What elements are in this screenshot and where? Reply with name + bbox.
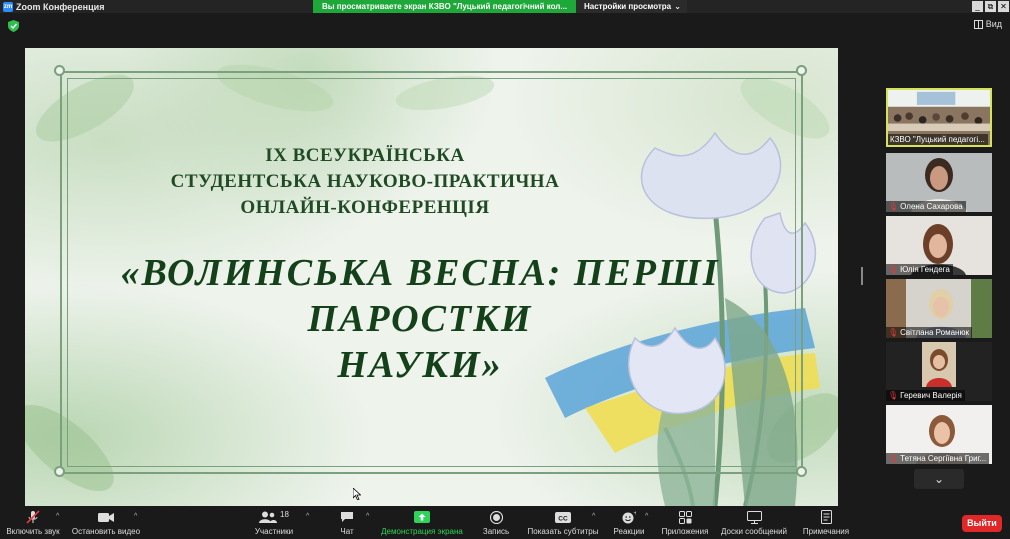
share-screen-icon bbox=[414, 511, 430, 523]
title-line: ПАРОСТКИ bbox=[307, 298, 533, 340]
reactions-label: Реакции bbox=[613, 527, 645, 536]
participant-tile[interactable]: 🎙 Олена Сахарова bbox=[886, 153, 992, 212]
mic-muted-icon: 🎙 bbox=[888, 454, 899, 463]
share-screen-button[interactable]: Демонстрация экрана bbox=[378, 506, 466, 539]
leave-meeting-button[interactable]: Выйти bbox=[962, 515, 1002, 532]
participant-tile[interactable]: 🎙 Юлія Гендега bbox=[886, 216, 992, 275]
stop-video-label: Остановить видео bbox=[71, 527, 141, 536]
mic-muted-icon: 🎙 bbox=[888, 328, 899, 337]
mic-muted-icon: 🎙 bbox=[888, 391, 899, 400]
participant-tile[interactable]: 🎙 Геревич Валерія bbox=[886, 342, 992, 401]
share-screen-label: Демонстрация экрана bbox=[381, 527, 463, 536]
participant-tile[interactable]: КЗВО "Луцький педагогі... bbox=[886, 88, 992, 147]
apps-button[interactable]: Приложения bbox=[658, 506, 712, 539]
whiteboards-label: Доски сообщений bbox=[720, 527, 787, 536]
reactions-button[interactable]: + Реакции bbox=[608, 506, 650, 539]
participant-name: 🎙 Юлія Гендега bbox=[886, 264, 953, 275]
view-button-label: Вид bbox=[985, 19, 1002, 29]
notes-label: Примечания bbox=[802, 527, 850, 536]
captions-label: Показать субтитры bbox=[527, 527, 599, 536]
screen-share-banner: Вы просматриваете экран КЗВО "Луцький пе… bbox=[313, 0, 576, 13]
record-button[interactable]: Запись bbox=[477, 506, 515, 539]
participant-name: 🎙 Геревич Валерія bbox=[886, 390, 965, 401]
chat-button[interactable]: Чат bbox=[333, 506, 361, 539]
view-options-dropdown[interactable]: Настройки просмотра ⌄ bbox=[576, 0, 687, 13]
participant-name: КЗВО "Луцький педагогі... bbox=[888, 134, 988, 145]
minimize-button[interactable]: _ bbox=[972, 1, 983, 12]
slide-title: «ВОЛИНСЬКА ВЕСНА: ПЕРШІ ПАРОСТКИ НАУКИ» bbox=[110, 250, 730, 388]
heading-line: ОНЛАЙН-КОНФЕРЕНЦІЯ bbox=[240, 197, 490, 218]
frame-corner-ornament bbox=[796, 466, 807, 477]
participants-count: 18 bbox=[280, 510, 289, 519]
microphone-muted-icon bbox=[26, 510, 40, 524]
shared-screen[interactable]: IX ВСЕУКРАЇНСЬКА СТУДЕНТСЬКА НАУКОВО-ПРА… bbox=[25, 48, 838, 506]
notes-button[interactable]: Примечания bbox=[798, 506, 854, 539]
close-button[interactable]: ✕ bbox=[998, 1, 1009, 12]
shield-icon[interactable] bbox=[8, 20, 19, 32]
participants-label: Участники bbox=[254, 527, 294, 536]
participants-options-caret[interactable]: ^ bbox=[306, 513, 309, 520]
participant-tile[interactable]: 🎙 Тетяна Сергіївна Григ... bbox=[886, 405, 992, 464]
captions-options-caret[interactable]: ^ bbox=[592, 513, 595, 520]
chat-label: Чат bbox=[340, 527, 354, 536]
mic-muted-icon: 🎙 bbox=[888, 265, 899, 274]
smiley-plus-icon: + bbox=[622, 511, 637, 524]
heading-line: СТУДЕНТСЬКА НАУКОВО-ПРАКТИЧНА bbox=[170, 171, 560, 192]
mic-muted-icon: 🎙 bbox=[888, 202, 899, 211]
participant-name: 🎙 Світлана Романюк bbox=[886, 327, 972, 338]
captions-button[interactable]: CC Показать субтитры bbox=[524, 506, 602, 539]
whiteboards-button[interactable]: Доски сообщений bbox=[718, 506, 790, 539]
scroll-down-button[interactable]: ⌄ bbox=[914, 469, 964, 489]
chevron-down-icon: ⌄ bbox=[933, 472, 945, 486]
heading-line: IX ВСЕУКРАЇНСЬКА bbox=[265, 145, 465, 166]
title-line: «ВОЛИНСЬКА ВЕСНА: ПЕРШІ bbox=[120, 252, 720, 294]
video-camera-icon bbox=[98, 512, 114, 522]
chevron-down-icon: ⌄ bbox=[674, 2, 681, 11]
participant-tile[interactable]: 🎙 Світлана Романюк bbox=[886, 279, 992, 338]
closed-captions-icon: CC bbox=[555, 511, 571, 523]
slide-heading: IX ВСЕУКРАЇНСЬКА СТУДЕНТСЬКА НАУКОВО-ПРА… bbox=[155, 143, 575, 221]
svg-text:+: + bbox=[634, 511, 637, 517]
app-title: Zoom Конференция bbox=[16, 1, 105, 12]
apps-label: Приложения bbox=[661, 527, 709, 536]
panel-resize-handle[interactable] bbox=[861, 267, 863, 285]
whiteboard-icon bbox=[746, 510, 762, 524]
participants-icon bbox=[259, 511, 278, 523]
frame-corner-ornament bbox=[796, 65, 807, 76]
frame-corner-ornament bbox=[54, 466, 65, 477]
record-icon bbox=[489, 510, 503, 524]
chat-icon bbox=[341, 512, 353, 522]
record-label: Запись bbox=[482, 527, 510, 536]
frame-corner-ornament bbox=[54, 65, 65, 76]
participants-button[interactable]: 18 Участники bbox=[250, 506, 298, 539]
participant-name: 🎙 Олена Сахарова bbox=[886, 201, 966, 212]
unmute-label: Включить звук bbox=[6, 527, 60, 536]
stop-video-button[interactable]: Остановить видео bbox=[70, 506, 142, 539]
svg-text:CC: CC bbox=[558, 515, 568, 522]
view-button[interactable]: Вид bbox=[973, 19, 1002, 29]
unmute-button[interactable]: Включить звук bbox=[2, 506, 64, 539]
grid-view-icon bbox=[973, 19, 983, 29]
view-options-label: Настройки просмотра bbox=[584, 2, 672, 11]
window-controls: _ ⧉ ✕ bbox=[971, 0, 1010, 13]
mouse-cursor-icon bbox=[353, 488, 361, 500]
reactions-options-caret[interactable]: ^ bbox=[645, 513, 648, 520]
participant-name: 🎙 Тетяна Сергіївна Григ... bbox=[886, 453, 990, 464]
notes-icon bbox=[820, 510, 832, 524]
chat-options-caret[interactable]: ^ bbox=[366, 513, 369, 520]
meeting-toolbar: Включить звук ^ Остановить видео ^ 18 Уч… bbox=[0, 506, 1010, 539]
zoom-app-icon: zm bbox=[3, 1, 13, 12]
restore-button[interactable]: ⧉ bbox=[985, 1, 996, 12]
title-line: НАУКИ» bbox=[337, 344, 503, 386]
apps-icon bbox=[678, 510, 692, 524]
audio-options-caret[interactable]: ^ bbox=[56, 513, 59, 520]
video-options-caret[interactable]: ^ bbox=[134, 513, 137, 520]
